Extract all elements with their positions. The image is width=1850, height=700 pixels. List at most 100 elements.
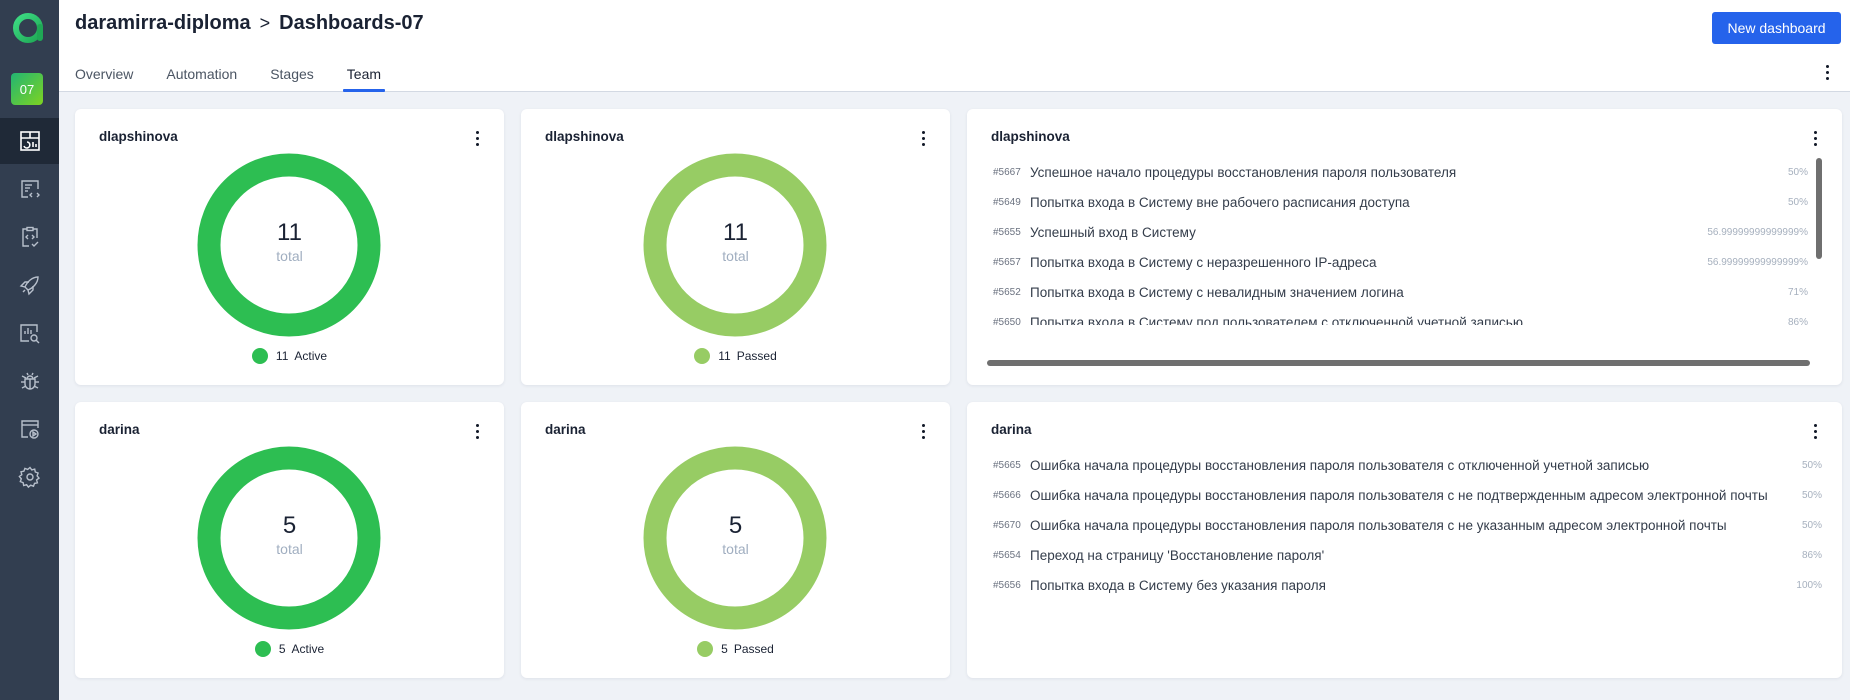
legend-label: Passed <box>733 642 774 656</box>
test-case-name[interactable]: Попытка входа в Систему без указания пар… <box>1030 578 1796 593</box>
result-widget: darina 5 total 5 Passed <box>521 402 950 678</box>
sidebar-item-test-cases[interactable] <box>0 166 59 212</box>
donut-total-label: total <box>276 541 303 557</box>
test-case-name[interactable]: Попытка входа в Систему с неразрешенного… <box>1030 255 1707 270</box>
donut-center: 11 total <box>521 219 950 265</box>
widget-menu-icon[interactable] <box>472 128 482 148</box>
dashboard-tabs: Overview Automation Stages Team <box>75 66 414 92</box>
breadcrumb-page: Dashboards-07 <box>279 12 424 34</box>
widget-menu-icon[interactable] <box>1810 128 1820 148</box>
page-header: daramirra-diploma > Dashboards-07 New da… <box>59 0 1850 92</box>
widget-menu-icon[interactable] <box>1810 421 1820 441</box>
list-item[interactable]: #5667 Успешное начало процедуры восстанов… <box>987 157 1816 187</box>
test-case-name[interactable]: Попытка входа в Систему вне рабочего рас… <box>1030 195 1788 210</box>
sidebar-item-defects[interactable] <box>0 358 59 404</box>
widget-title: dlapshinova <box>99 129 178 144</box>
test-cases-list-widget: darina #5665 Ошибка начала процедуры восс… <box>967 402 1842 678</box>
test-case-percent: 71% <box>1787 286 1808 298</box>
status-widget: darina 5 total 5 Active <box>75 402 504 678</box>
sidebar: 07 <box>0 0 59 700</box>
donut-total-label: total <box>722 541 749 557</box>
sidebar-item-test-plans[interactable] <box>0 214 59 260</box>
legend-label: Active <box>294 349 328 363</box>
test-case-percent: 50% <box>1801 489 1822 501</box>
more-options-icon[interactable] <box>1822 62 1832 82</box>
legend-count: 11 <box>718 349 731 363</box>
list-item[interactable]: #5652 Попытка входа в Систему с невалидны… <box>987 277 1816 307</box>
test-case-name[interactable]: Ошибка начала процедуры восстановления п… <box>1030 518 1802 533</box>
list-item[interactable]: #5670 Ошибка начала процедуры восстановле… <box>987 510 1830 540</box>
list-item[interactable]: #5656 Попытка входа в Систему без указани… <box>987 570 1830 600</box>
tab-automation[interactable]: Automation <box>166 66 237 92</box>
test-case-percent: 100% <box>1796 579 1822 591</box>
test-cases-icon <box>20 180 40 198</box>
sidebar-item-dashboards[interactable] <box>0 118 59 164</box>
sidebar-item-launches[interactable] <box>0 262 59 308</box>
donut-total-label: total <box>722 248 749 264</box>
list-item[interactable]: #5654 Переход на страницу 'Восстановление… <box>987 540 1830 570</box>
widget-title: darina <box>545 422 586 437</box>
legend: 5 Active <box>75 641 504 657</box>
legend-label: Active <box>291 642 325 656</box>
widget-menu-icon[interactable] <box>918 421 928 441</box>
test-case-id: #5650 <box>993 316 1021 326</box>
test-case-list: #5667 Успешное начало процедуры восстанов… <box>987 157 1816 326</box>
legend-dot <box>251 348 268 364</box>
breadcrumb-project[interactable]: daramirra-diploma <box>75 12 251 35</box>
legend-dot <box>254 641 271 657</box>
test-case-id: #5670 <box>993 519 1021 531</box>
tab-overview[interactable]: Overview <box>75 66 133 92</box>
test-case-name[interactable]: Успешное начало процедуры восстановления… <box>1030 165 1788 180</box>
legend-count: 5 <box>278 642 286 656</box>
sidebar-item-analytics[interactable] <box>0 310 59 356</box>
test-case-name[interactable]: Ошибка начала процедуры восстановления п… <box>1030 458 1802 473</box>
list-item[interactable]: #5666 Ошибка начала процедуры восстановле… <box>987 480 1830 510</box>
tab-team[interactable]: Team <box>342 66 386 92</box>
list-item[interactable]: #5665 Ошибка начала процедуры восстановле… <box>987 450 1830 480</box>
widget-menu-icon[interactable] <box>918 128 928 148</box>
legend-count: 11 <box>275 349 289 363</box>
widget-title: dlapshinova <box>545 129 624 144</box>
legend: 11 Active <box>75 348 504 364</box>
sidebar-item-jobs[interactable] <box>0 406 59 452</box>
test-case-percent: 56.99999999999999% <box>1707 256 1808 268</box>
list-item[interactable]: #5657 Попытка входа в Систему с неразреше… <box>987 247 1816 277</box>
test-case-name[interactable]: Попытка входа в Систему под пользователе… <box>1030 315 1788 326</box>
legend-dot <box>694 348 711 364</box>
project-badge[interactable]: 07 <box>11 73 43 105</box>
test-case-percent: 50% <box>1787 196 1808 208</box>
test-case-percent: 50% <box>1787 166 1808 178</box>
widget-menu-icon[interactable] <box>472 421 482 441</box>
clipboard-icon <box>21 226 38 247</box>
list-item[interactable]: #5649 Попытка входа в Систему вне рабочег… <box>987 187 1816 217</box>
legend-label: Passed <box>736 349 777 363</box>
test-case-id: #5649 <box>993 196 1021 208</box>
test-case-name[interactable]: Переход на страницу 'Восстановление паро… <box>1030 548 1802 563</box>
donut-center: 5 total <box>75 512 504 558</box>
gear-icon <box>17 466 40 489</box>
test-case-percent: 86% <box>1801 549 1822 561</box>
new-dashboard-button[interactable]: New dashboard <box>1712 12 1841 44</box>
horizontal-scrollbar[interactable] <box>987 360 1810 366</box>
test-case-name[interactable]: Успешный вход в Систему <box>1030 225 1707 240</box>
bug-icon <box>20 372 39 390</box>
app-logo-icon[interactable] <box>11 10 47 46</box>
result-widget: dlapshinova 11 total 11 Passed <box>521 109 950 385</box>
donut-total: 11 <box>723 219 748 246</box>
list-item[interactable]: #5655 Успешный вход в Систему 56.999999999… <box>987 217 1816 247</box>
sidebar-item-settings[interactable] <box>0 454 59 500</box>
vertical-scrollbar[interactable] <box>1816 158 1822 259</box>
breadcrumb: daramirra-diploma > Dashboards-07 <box>75 12 424 35</box>
test-case-id: #5665 <box>993 459 1021 471</box>
test-case-name[interactable]: Попытка входа в Систему с невалидным зна… <box>1030 285 1788 300</box>
test-case-name[interactable]: Ошибка начала процедуры восстановления п… <box>1030 488 1802 503</box>
calendar-play-icon <box>20 420 39 439</box>
tab-stages[interactable]: Stages <box>270 66 314 92</box>
chart-search-icon <box>19 324 39 344</box>
test-case-percent: 50% <box>1801 459 1822 471</box>
list-item[interactable]: #5650 Попытка входа в Систему под пользов… <box>987 307 1816 326</box>
test-case-id: #5657 <box>993 256 1021 268</box>
test-case-percent: 56.99999999999999% <box>1707 226 1808 238</box>
widget-title: dlapshinova <box>991 129 1070 144</box>
dashboard-icon <box>19 131 40 151</box>
